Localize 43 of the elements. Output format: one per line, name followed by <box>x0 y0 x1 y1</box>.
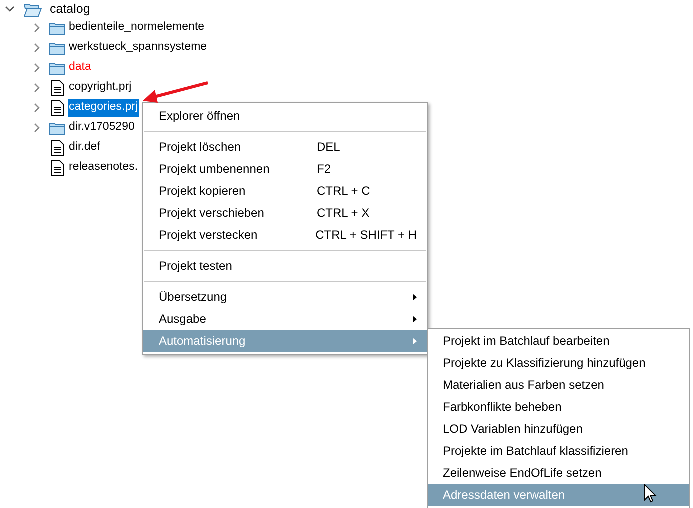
tree-item-label[interactable]: werkstueck_spannsysteme <box>68 39 208 57</box>
folder-icon <box>49 121 65 135</box>
menu-item[interactable]: Projekt verschieben CTRL + X <box>143 202 427 224</box>
folder-icon <box>49 61 65 75</box>
menu-item[interactable]: Projekte im Batchlauf klassifizieren <box>428 440 689 462</box>
document-icon <box>50 80 64 96</box>
menu-item[interactable]: Projekte zu Klassifizierung hinzufügen <box>428 352 689 374</box>
menu-item[interactable]: Projekt verstecken CTRL + SHIFT + H <box>143 224 427 246</box>
menu-item[interactable]: Projekt löschen DEL <box>143 136 427 158</box>
folder-icon <box>49 41 65 55</box>
tree-item-label[interactable]: bedienteile_normelemente <box>68 19 206 37</box>
menu-item[interactable]: Projekt testen <box>143 255 427 277</box>
tree-item-label[interactable]: data <box>68 59 92 77</box>
tree-item-label[interactable]: copyright.prj <box>68 79 133 97</box>
menu-item[interactable]: Explorer öffnen <box>143 105 427 127</box>
chevron-down-icon[interactable] <box>5 6 15 13</box>
chevron-right-icon[interactable] <box>34 83 40 93</box>
tree-item-label[interactable]: catalog <box>50 0 90 19</box>
tree-item-label[interactable]: releasenotes. <box>68 159 140 177</box>
menu-item[interactable]: Projekt im Batchlauf bearbeiten <box>428 330 689 352</box>
menu-item[interactable]: Materialien aus Farben setzen <box>428 374 689 396</box>
chevron-right-icon[interactable] <box>34 103 40 113</box>
document-icon <box>50 140 64 156</box>
chevron-right-icon[interactable] <box>34 63 40 73</box>
document-icon <box>50 160 64 176</box>
document-icon <box>50 100 64 116</box>
folder-icon <box>49 21 65 35</box>
menu-item[interactable]: Zeilenweise EndOfLife setzen <box>428 462 689 484</box>
menu-item[interactable]: Projekt umbenennen F2 <box>143 158 427 180</box>
tree-item-label[interactable]: dir.v1705290 <box>68 119 136 137</box>
menu-item[interactable]: Projekt kopieren CTRL + C <box>143 180 427 202</box>
menu-item[interactable]: Übersetzung <box>143 286 427 308</box>
tree-item-label[interactable]: categories.prj <box>68 99 140 117</box>
menu-item[interactable]: Farbkonflikte beheben <box>428 396 689 418</box>
cursor-icon <box>644 484 657 503</box>
menu-item[interactable]: Ausgabe <box>143 308 427 330</box>
pointer-arrow <box>143 82 208 103</box>
chevron-right-icon[interactable] <box>34 23 40 33</box>
chevron-right-icon[interactable] <box>34 123 40 133</box>
chevron-right-icon[interactable] <box>34 43 40 53</box>
tree-item-label[interactable]: dir.def <box>68 139 102 157</box>
open-folder-icon <box>24 2 42 16</box>
menu-item[interactable]: LOD Variablen hinzufügen <box>428 418 689 440</box>
